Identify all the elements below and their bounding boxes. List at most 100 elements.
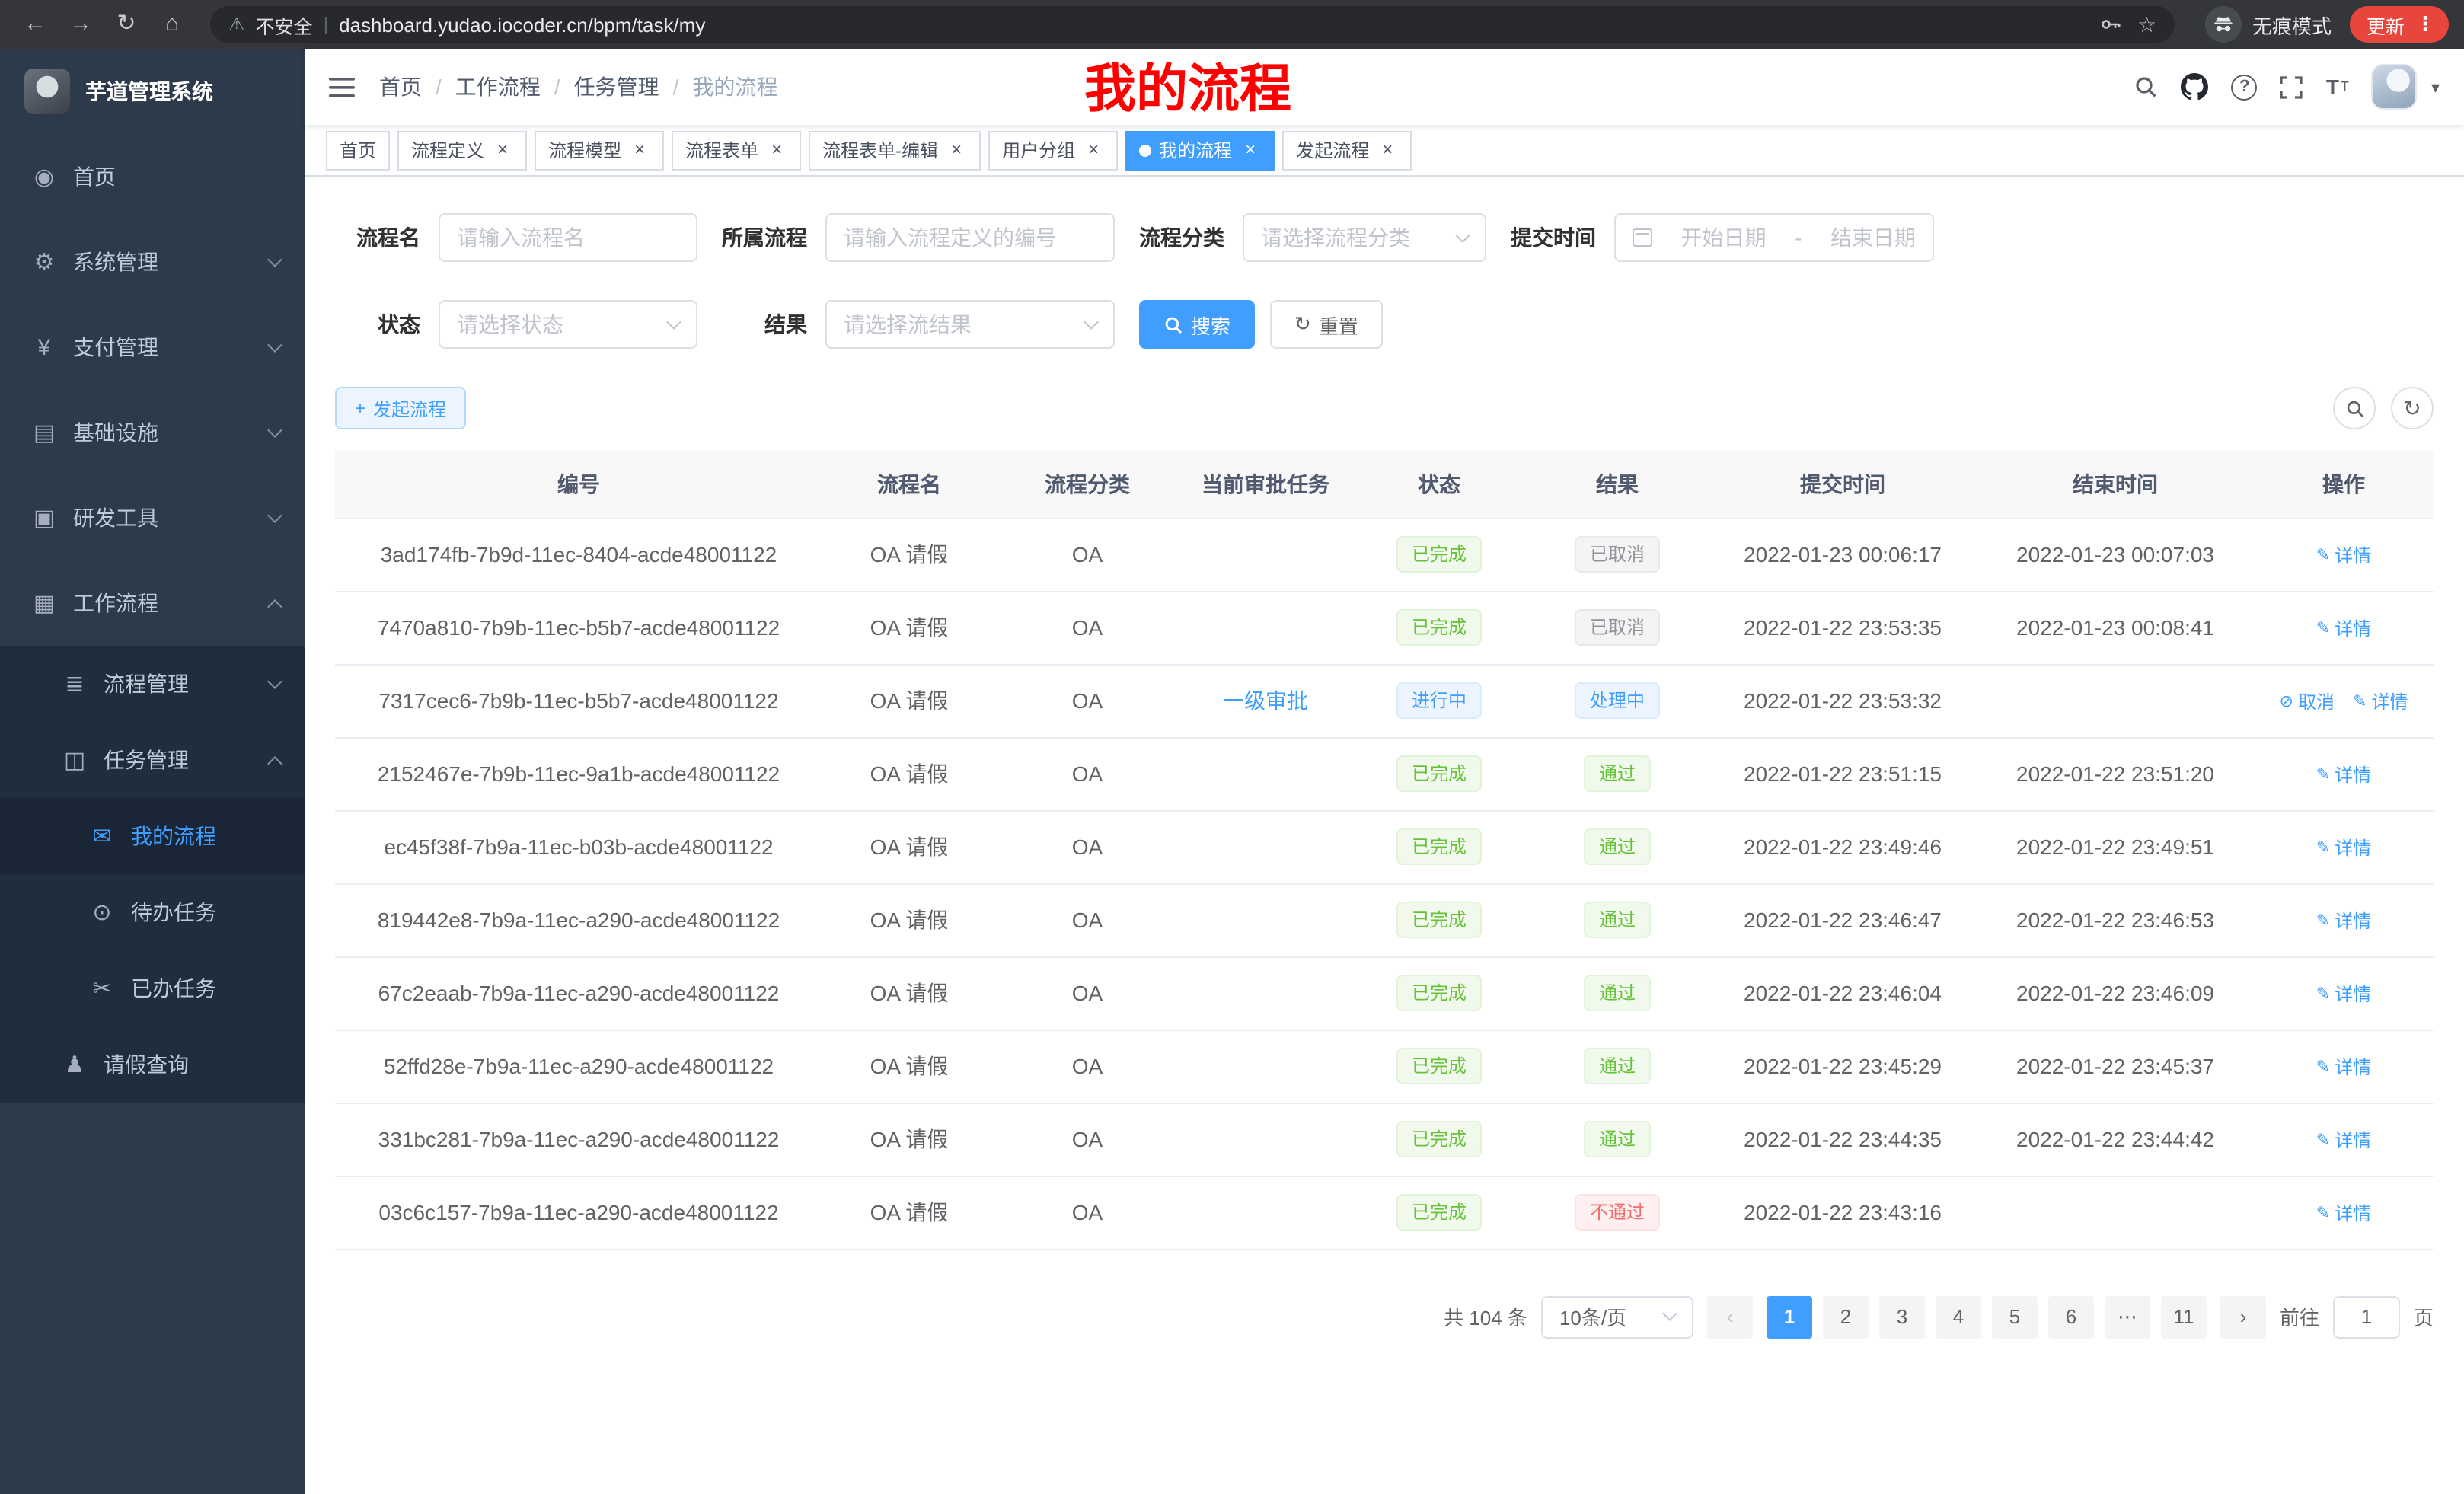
page-button-5[interactable]: 5 (1992, 1295, 2038, 1338)
sidebar-item-devtools[interactable]: ▣研发工具 (0, 475, 305, 560)
github-icon[interactable] (2182, 73, 2209, 101)
url-text[interactable]: dashboard.yudao.iocoder.cn/bpm/task/my (339, 13, 705, 36)
sidebar-item-payment[interactable]: ¥支付管理 (0, 305, 305, 390)
kebab-menu-icon[interactable]: ⋮ (2415, 12, 2435, 37)
row-action-detail[interactable]: ✎详情 (2316, 908, 2371, 934)
sidebar-item-workflow[interactable]: ▦工作流程 (0, 560, 305, 646)
sidebar-item-task-mgmt[interactable]: ◫任务管理 (0, 722, 305, 798)
row-action-detail[interactable]: ✎详情 (2316, 1127, 2371, 1153)
sidebar-item-done-tasks[interactable]: ✂已办任务 (0, 950, 305, 1026)
sidebar-item-home[interactable]: ◉首页 (0, 134, 305, 219)
page-size-select[interactable]: 10条/页 (1541, 1295, 1693, 1338)
logo[interactable]: 芋道管理系统 (0, 49, 305, 134)
row-action-detail[interactable]: ✎详情 (2316, 542, 2371, 568)
action-label: 详情 (2335, 761, 2371, 787)
filter-submit-time: 提交时间 开始日期 - 结束日期 (1511, 213, 1934, 262)
user-avatar[interactable] (2372, 64, 2418, 110)
tab-my-process[interactable]: 我的流程× (1125, 130, 1275, 170)
reset-button[interactable]: ↻ 重置 (1270, 300, 1383, 349)
search-button[interactable]: 搜索 (1139, 300, 1255, 349)
breadcrumb-item[interactable]: 工作流程 (455, 72, 541, 102)
approval-task-link[interactable]: 一级审批 (1223, 688, 1308, 713)
page-button-6[interactable]: 6 (2048, 1295, 2094, 1338)
tab-home[interactable]: 首页 (326, 130, 390, 170)
tab-process-model[interactable]: 流程模型× (535, 130, 664, 170)
close-icon[interactable]: × (1377, 139, 1398, 161)
tab-start-process[interactable]: 发起流程× (1282, 130, 1412, 170)
close-icon[interactable]: × (946, 139, 967, 161)
page-button-1[interactable]: 1 (1767, 1295, 1812, 1338)
row-action-detail[interactable]: ✎详情 (2316, 1200, 2371, 1226)
breadcrumb-item[interactable]: 任务管理 (574, 72, 659, 102)
close-icon[interactable]: × (492, 139, 513, 161)
next-page-button[interactable]: › (2220, 1295, 2266, 1338)
breadcrumb-item[interactable]: 首页 (379, 72, 422, 102)
sidebar-item-leave-query[interactable]: ♟请假查询 (0, 1026, 305, 1103)
tab-process-definition[interactable]: 流程定义× (397, 130, 527, 170)
row-action-cancel[interactable]: ⊘取消 (2280, 688, 2335, 714)
caret-down-icon[interactable]: ▾ (2431, 77, 2440, 97)
row-action-detail[interactable]: ✎详情 (2316, 981, 2371, 1007)
process-table: 编号流程名流程分类当前审批任务状态结果提交时间结束时间操作 3ad174fb-7… (335, 451, 2434, 1250)
sidebar-item-process-mgmt[interactable]: ≣流程管理 (0, 646, 305, 722)
security-label[interactable]: 不安全 (256, 10, 313, 39)
category-select[interactable]: 请选择流程分类 (1243, 213, 1486, 262)
cell-result: 通过 (1526, 1103, 1709, 1176)
cell-id: 3ad174fb-7b9d-11ec-8404-acde48001122 (335, 518, 822, 591)
close-icon[interactable]: × (766, 139, 787, 161)
result-select[interactable]: 请选择流结果 (825, 300, 1115, 349)
more-pages-button[interactable]: ⋯ (2105, 1295, 2150, 1338)
font-size-icon[interactable]: TT (2326, 75, 2349, 99)
reload-icon[interactable]: ↻ (107, 0, 146, 49)
help-icon[interactable]: ? (2232, 74, 2258, 100)
tab-process-form-edit[interactable]: 流程表单-编辑× (809, 130, 981, 170)
status-select[interactable]: 请选择状态 (439, 300, 697, 349)
address-bar[interactable]: ⚠ 不安全 | dashboard.yudao.iocoder.cn/bpm/t… (210, 6, 2175, 43)
refresh-table-button[interactable]: ↻ (2391, 387, 2434, 429)
sidebar-toggle-icon[interactable] (329, 75, 355, 98)
fullscreen-icon[interactable] (2280, 75, 2303, 98)
cancel-icon: ⊘ (2280, 691, 2293, 711)
browser-home-icon[interactable]: ⌂ (152, 0, 192, 49)
cell-end-time (1977, 1176, 2254, 1249)
action-label: 详情 (2335, 1127, 2371, 1153)
row-action-detail[interactable]: ✎详情 (2316, 615, 2371, 641)
search-icon[interactable] (2134, 75, 2159, 99)
sidebar-menu: ◉首页⚙系统管理¥支付管理▤基础设施▣研发工具▦工作流程≣流程管理◫任务管理✉我… (0, 134, 305, 1103)
prev-page-button[interactable]: ‹ (1707, 1295, 1753, 1338)
close-icon[interactable]: × (1240, 139, 1261, 161)
submit-time-range-picker[interactable]: 开始日期 - 结束日期 (1614, 213, 1934, 262)
tab-user-group[interactable]: 用户分组× (988, 130, 1118, 170)
password-key-icon[interactable] (2101, 14, 2122, 35)
create-process-button[interactable]: + 发起流程 (335, 387, 466, 429)
cell-id: 7470a810-7b9b-11ec-b5b7-acde48001122 (335, 591, 822, 664)
process-definition-input[interactable] (825, 213, 1115, 262)
sidebar-item-infrastructure[interactable]: ▤基础设施 (0, 390, 305, 475)
tab-process-form[interactable]: 流程表单× (672, 130, 801, 170)
process-name-input[interactable] (439, 213, 697, 262)
page-button-4[interactable]: 4 (1936, 1295, 1981, 1338)
row-action-detail[interactable]: ✎详情 (2316, 1054, 2371, 1080)
show-search-button[interactable] (2333, 387, 2376, 429)
close-icon[interactable]: × (1083, 139, 1104, 161)
sidebar-item-my-process[interactable]: ✉我的流程 (0, 798, 305, 874)
page-button-3[interactable]: 3 (1879, 1295, 1925, 1338)
cell-status: 已完成 (1352, 1103, 1526, 1176)
sidebar-item-system[interactable]: ⚙系统管理 (0, 219, 305, 305)
back-icon[interactable]: ← (15, 0, 55, 49)
goto-page-input[interactable] (2333, 1295, 2400, 1338)
close-icon[interactable]: × (629, 139, 650, 161)
page-button-2[interactable]: 2 (1823, 1295, 1869, 1338)
update-button[interactable]: 更新 ⋮ (2350, 6, 2449, 43)
page-button-11[interactable]: 11 (2161, 1295, 2207, 1338)
cell-submit-time: 2022-01-22 23:53:32 (1709, 664, 1977, 737)
sidebar-item-label: 基础设施 (73, 417, 254, 448)
cell-actions: ✎详情 (2254, 518, 2434, 591)
row-action-detail[interactable]: ✎详情 (2353, 688, 2408, 714)
cell-id: 03c6c157-7b9a-11ec-a290-acde48001122 (335, 1176, 822, 1249)
sidebar-item-todo-tasks[interactable]: ⊙待办任务 (0, 874, 305, 950)
row-action-detail[interactable]: ✎详情 (2316, 835, 2371, 860)
row-action-detail[interactable]: ✎详情 (2316, 761, 2371, 787)
forward-icon[interactable]: → (61, 0, 101, 49)
bookmark-star-icon[interactable]: ☆ (2137, 11, 2156, 37)
